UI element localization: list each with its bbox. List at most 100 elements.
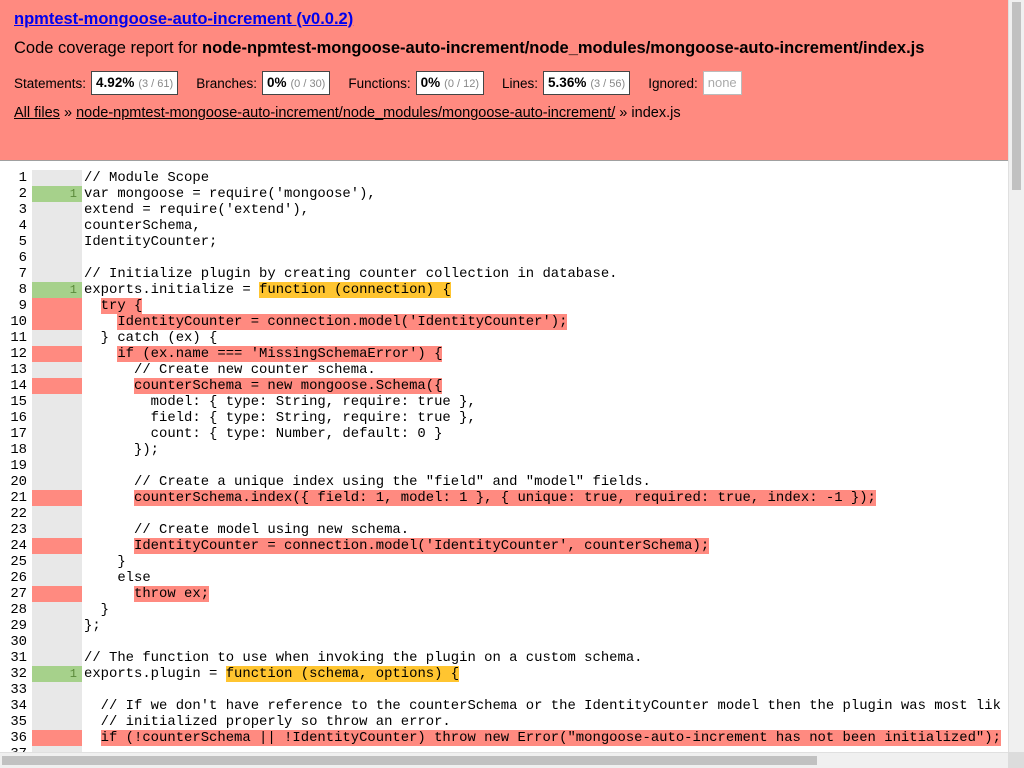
vertical-scrollbar[interactable] [1008, 0, 1024, 752]
code-text: else [84, 570, 151, 586]
code-span: } [84, 602, 110, 618]
code-line: 4 counterSchema, [0, 218, 1008, 234]
vertical-scrollbar-thumb[interactable] [1012, 2, 1021, 190]
code-line: 10 IdentityCounter = connection.model('I… [0, 314, 1008, 330]
code-line: 33 [0, 682, 1008, 698]
code-line: 1 // Module Scope [0, 170, 1008, 186]
code-span: // Module Scope [84, 170, 210, 186]
line-number: 34 [10, 698, 27, 714]
code-line: 26 else [0, 570, 1008, 586]
code-line: 14 counterSchema = new mongoose.Schema({ [0, 378, 1008, 394]
code-span: else [84, 570, 151, 586]
code-span: // If we don't have reference to the cou… [84, 698, 1001, 714]
breadcrumb-all-files-link[interactable]: All files [14, 105, 60, 121]
page-viewport: npmtest-mongoose-auto-increment (v0.0.2)… [0, 0, 1008, 752]
code-text: // Module Scope [84, 170, 209, 186]
code-span: }; [84, 618, 101, 634]
code-span [84, 730, 101, 746]
scrollbar-corner [1008, 752, 1024, 768]
line-number: 21 [10, 490, 27, 506]
line-number: 3 [18, 202, 27, 218]
hit-count [32, 538, 82, 554]
code-line: 27 throw ex; [0, 586, 1008, 602]
uncovered-statement-span: try { [100, 298, 143, 314]
line-number: 16 [10, 410, 27, 426]
hit-count [32, 458, 82, 474]
code-line: 30 [0, 634, 1008, 650]
code-line: 25 } [0, 554, 1008, 570]
code-span [84, 378, 134, 394]
stat-statements-fraction: (3 / 61) [138, 78, 174, 90]
line-number: 22 [10, 506, 27, 522]
report-title: Code coverage report for node-npmtest-mo… [14, 39, 924, 58]
code-span: // Initialize plugin by creating counter… [84, 266, 618, 282]
hit-count [32, 730, 82, 746]
code-span [84, 586, 134, 602]
code-text: if (!counterSchema || !IdentityCounter) … [84, 730, 1001, 746]
report-path: node-npmtest-mongoose-auto-increment/nod… [202, 39, 925, 57]
code-line: 17 count: { type: Number, default: 0 } [0, 426, 1008, 442]
line-number: 1 [18, 170, 27, 186]
code-line: 36 if (!counterSchema || !IdentityCounte… [0, 730, 1008, 746]
line-number: 14 [10, 378, 27, 394]
horizontal-scrollbar[interactable] [0, 752, 1008, 768]
code-span [84, 298, 101, 314]
stat-functions-box: 0% (0 / 12) [415, 71, 485, 95]
hit-count [32, 378, 82, 394]
code-line: 28 } [0, 602, 1008, 618]
code-line: 3 extend = require('extend'), [0, 202, 1008, 218]
code-text: extend = require('extend'), [84, 202, 309, 218]
code-text: // initialized properly so throw an erro… [84, 714, 451, 730]
stat-ignored-value: none [707, 75, 737, 90]
stat-lines-fraction: (3 / 56) [590, 78, 626, 90]
code-line: 7 // Initialize plugin by creating counte… [0, 266, 1008, 282]
code-text: } catch (ex) { [84, 330, 218, 346]
hit-count [32, 442, 82, 458]
report-prefix: Code coverage report for [14, 39, 203, 57]
code-text: } [84, 602, 109, 618]
hit-count [32, 714, 82, 730]
hit-count [32, 602, 82, 618]
code-text: field: { type: String, require: true }, [84, 410, 476, 426]
code-line: 18 }); [0, 442, 1008, 458]
hit-count [32, 634, 82, 650]
line-number: 10 [10, 314, 27, 330]
stat-branches-box: 0% (0 / 30) [261, 71, 331, 95]
hit-count [32, 650, 82, 666]
code-span: counterSchema, [84, 218, 201, 234]
line-number: 12 [10, 346, 27, 362]
code-text: if (ex.name === 'MissingSchemaError') { [84, 346, 443, 362]
code-line: 6 [0, 250, 1008, 266]
uncovered-statement-span: if (ex.name === 'MissingSchemaError') { [117, 346, 443, 362]
stat-ignored-label: Ignored: [648, 75, 698, 91]
project-title-link[interactable]: npmtest-mongoose-auto-increment (v0.0.2) [14, 10, 353, 29]
uncovered-function-span: function (connection) { [259, 282, 451, 298]
hit-count [32, 250, 82, 266]
code-span: // initialized properly so throw an erro… [84, 714, 451, 730]
code-span: }); [84, 442, 160, 458]
code-text: count: { type: Number, default: 0 } [84, 426, 443, 442]
code-span [84, 490, 134, 506]
line-number: 8 [18, 282, 27, 298]
hit-count [32, 698, 82, 714]
stat-functions: Functions: 0% (0 / 12) [348, 71, 485, 95]
uncovered-function-span: function (schema, options) { [225, 666, 460, 682]
code-text: } [84, 554, 125, 570]
code-line: 16 field: { type: String, require: true … [0, 410, 1008, 426]
code-text: throw ex; [84, 586, 210, 602]
hit-count [32, 170, 82, 186]
uncovered-statement-span: IdentityCounter = connection.model('Iden… [117, 314, 568, 330]
line-number: 26 [10, 570, 27, 586]
code-span: var mongoose = require('mongoose'), [84, 186, 376, 202]
hit-count [32, 234, 82, 250]
hit-count [32, 346, 82, 362]
code-text: // Create a unique index using the "fiel… [84, 474, 651, 490]
line-number: 4 [18, 218, 27, 234]
horizontal-scrollbar-thumb[interactable] [2, 756, 817, 765]
stat-lines-box: 5.36% (3 / 56) [543, 71, 631, 95]
hit-count [32, 218, 82, 234]
line-number: 2 [18, 186, 27, 202]
line-number: 35 [10, 714, 27, 730]
breadcrumb-folder-link[interactable]: node-npmtest-mongoose-auto-increment/nod… [76, 105, 615, 121]
hit-count: 1 [32, 186, 82, 202]
